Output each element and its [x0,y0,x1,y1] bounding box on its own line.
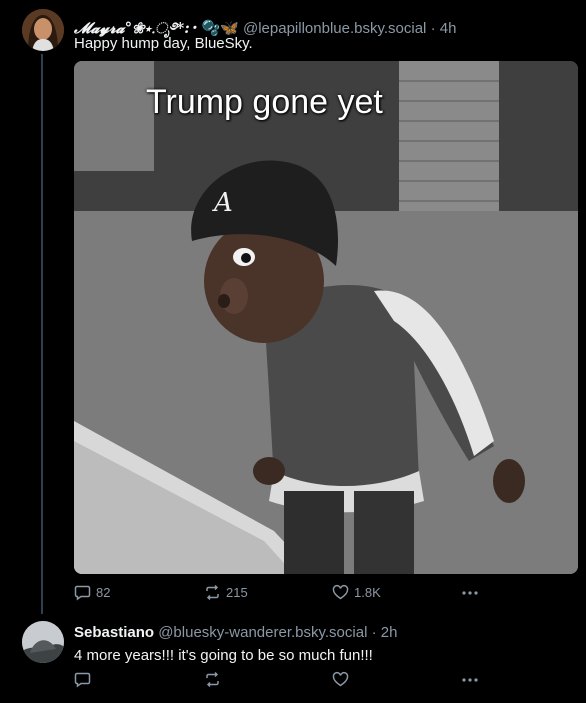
like-button[interactable]: 1.8K [332,584,381,601]
meme-caption: Trump gone yet [146,83,383,121]
repost-icon [206,584,219,601]
beanie-letter: A [212,188,233,218]
avatar[interactable] [22,621,64,663]
separator: · [430,20,436,37]
post-actions [74,671,484,693]
avatar-image [22,621,64,663]
like-icon [332,584,349,600]
more-options-button[interactable] [460,671,480,688]
reply-icon [74,585,91,601]
post-actions: 82 215 1.8K [74,584,484,606]
timestamp[interactable]: 2h [381,624,398,641]
post-header: Sebastiano @bluesky-wanderer.bsky.social… [74,624,397,641]
avatar-image [22,9,64,51]
handle[interactable]: @lepapillonblue.bsky.social [243,20,426,37]
like-icon [332,671,349,687]
reply-count: 82 [96,585,111,600]
like-count: 1.8K [354,585,381,600]
like-button[interactable] [332,671,349,688]
display-name[interactable]: Sebastiano [74,624,154,641]
reply-icon [74,672,91,688]
repost-button[interactable] [204,671,221,688]
timestamp[interactable]: 4h [440,20,457,37]
post-image[interactable]: A Trump gone yet [74,61,578,574]
reply-button[interactable]: 82 [74,584,110,601]
post-text: Happy hump day, BlueSky. [74,35,253,52]
avatar[interactable] [22,9,64,51]
handle[interactable]: @bluesky-wanderer.bsky.social [158,624,367,641]
more-icon [462,678,478,682]
repost-icon [206,671,219,688]
meme-photo: A [74,61,578,574]
more-options-button[interactable] [460,584,480,601]
more-icon [462,591,478,595]
thread-line [41,54,43,614]
repost-count: 215 [226,585,248,600]
separator: · [371,624,377,641]
repost-button[interactable]: 215 [204,584,248,601]
reply-button[interactable] [74,671,91,688]
post-text: 4 more years!!! it's going to be so much… [74,647,373,664]
